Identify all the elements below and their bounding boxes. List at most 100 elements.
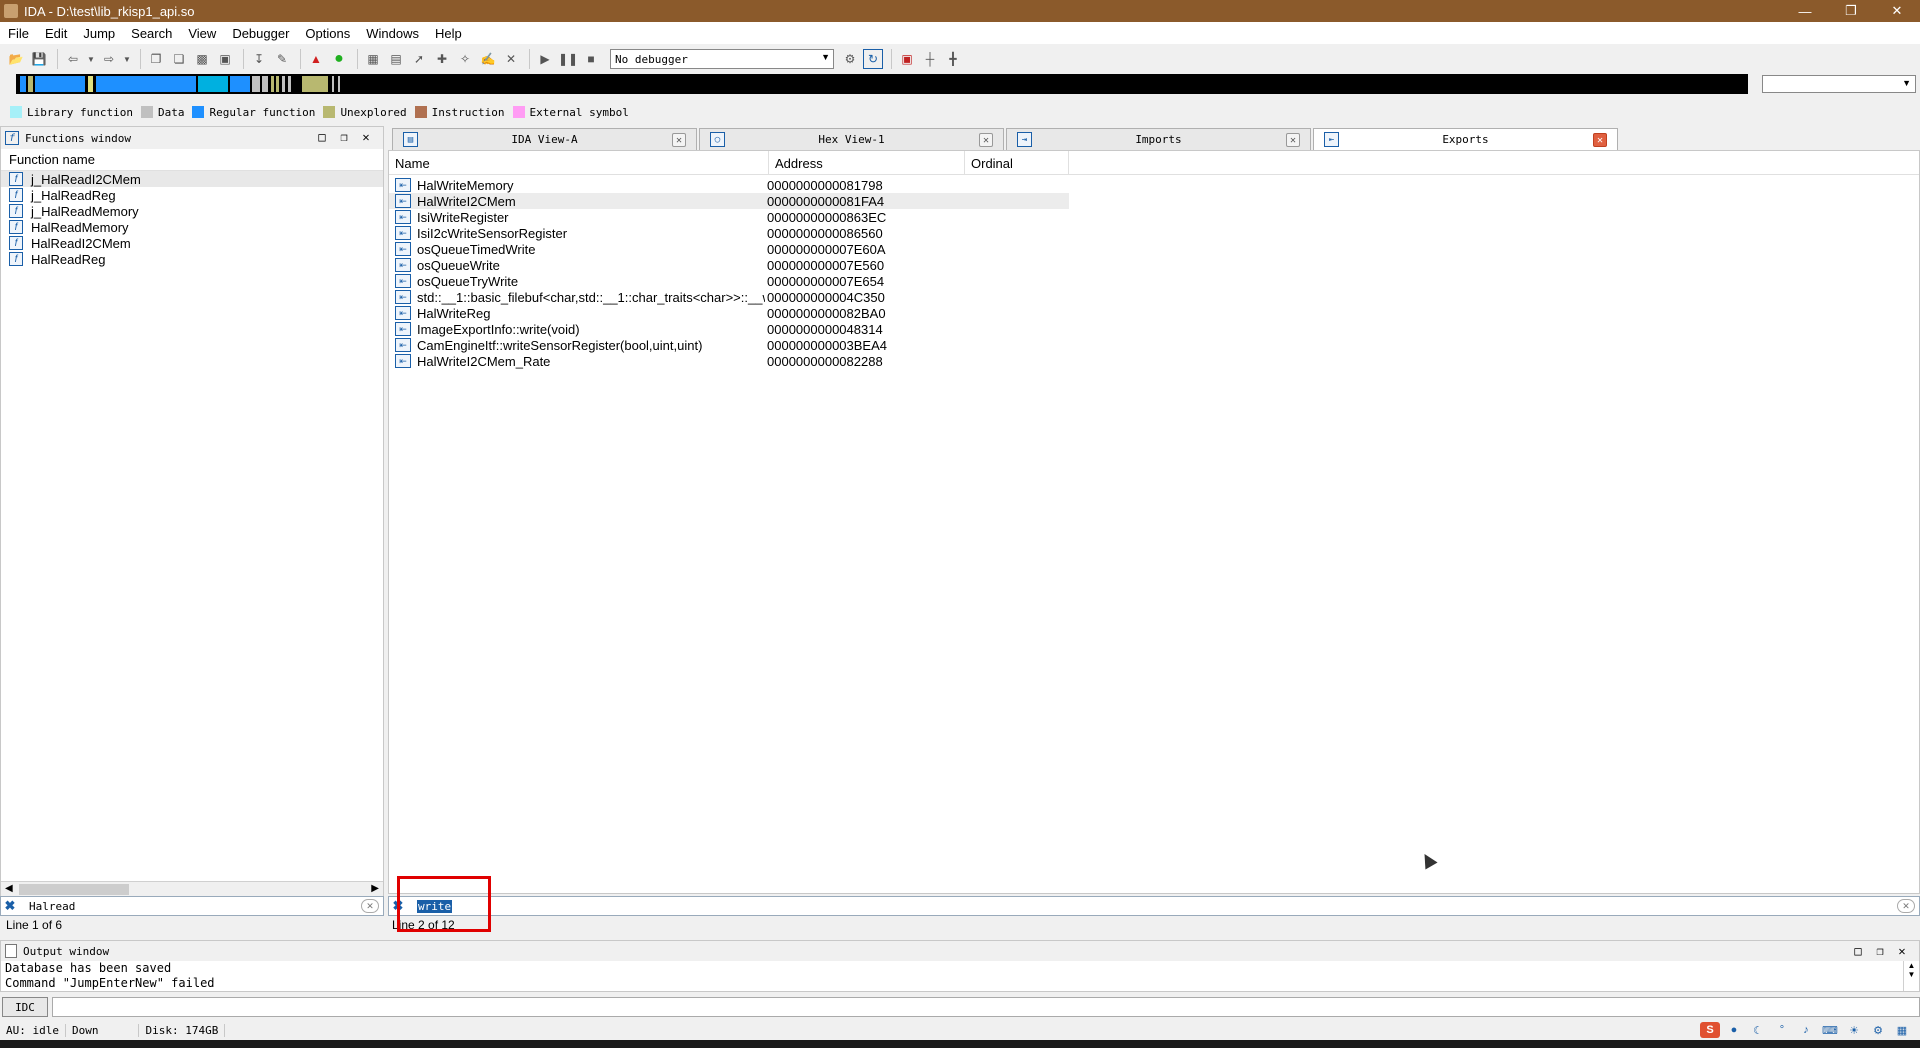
maximize-panel-icon[interactable]: □	[311, 130, 333, 144]
tools-icon[interactable]: ⚙	[1868, 1022, 1888, 1038]
stop-icon[interactable]: ■	[581, 49, 601, 69]
exports-filter-input[interactable]: write	[407, 899, 1897, 913]
tab-exports[interactable]: ⇤ Exports ✕	[1313, 128, 1618, 150]
trace-clear-icon[interactable]: ╋	[943, 49, 963, 69]
forward-icon[interactable]: ⇨	[99, 49, 119, 69]
pause-icon[interactable]: ❚❚	[558, 49, 578, 69]
functions-horizontal-scrollbar[interactable]: ◀ ▶	[1, 881, 383, 897]
menu-windows[interactable]: Windows	[358, 26, 427, 41]
export-row[interactable]: ⇤ osQueueWrite 000000000007E560	[389, 257, 1919, 273]
menu-debugger[interactable]: Debugger	[224, 26, 297, 41]
menu-file[interactable]: File	[0, 26, 37, 41]
float-panel-icon[interactable]: ❐	[1869, 944, 1891, 958]
xref-icon[interactable]: ➚	[409, 49, 429, 69]
moon-icon[interactable]: ☾	[1748, 1022, 1768, 1038]
export-row[interactable]: ⇤ IsiI2cWriteSensorRegister 00000000000865…	[389, 225, 1919, 241]
output-vertical-scrollbar[interactable]: ▲ ▼	[1903, 961, 1919, 991]
function-row[interactable]: f j_HalReadReg	[1, 187, 383, 203]
grid-icon[interactable]: ▦	[1892, 1022, 1912, 1038]
menu-jump[interactable]: Jump	[75, 26, 123, 41]
maximize-panel-icon[interactable]: □	[1847, 944, 1869, 958]
export-row[interactable]: ⇤ HalWriteI2CMem_Rate 0000000000082288	[389, 353, 1919, 369]
scroll-thumb[interactable]	[19, 884, 129, 895]
edit-icon[interactable]: ✍	[478, 49, 498, 69]
export-row[interactable]: ⇤ HalWriteReg 0000000000082BA0	[389, 305, 1919, 321]
patch-icon[interactable]: ✧	[455, 49, 475, 69]
chevron-down-icon[interactable]: ▼	[122, 49, 132, 69]
close-button[interactable]: ✕	[1874, 0, 1920, 22]
export-row[interactable]: ⇤ HalWriteMemory 0000000000081798	[389, 177, 1919, 193]
function-row[interactable]: f j_HalReadMemory	[1, 203, 383, 219]
save-icon[interactable]: 💾	[29, 49, 49, 69]
mark-icon[interactable]: ✎	[272, 49, 292, 69]
function-row[interactable]: f HalReadReg	[1, 251, 383, 267]
export-row[interactable]: ⇤ HalWriteI2CMem 0000000000081FA4	[389, 193, 1069, 209]
tab-imports[interactable]: ⇥ Imports ✕	[1006, 128, 1311, 150]
navigation-scale-select[interactable]: ▼	[1762, 75, 1916, 93]
menu-search[interactable]: Search	[123, 26, 180, 41]
tab-ida-view-a[interactable]: ▤ IDA View-A ✕	[392, 128, 697, 150]
search-binary-icon[interactable]: ▣	[215, 49, 235, 69]
column-header-ordinal[interactable]: Ordinal	[965, 151, 1069, 175]
down-arrow-icon[interactable]: ↧	[249, 49, 269, 69]
plugin-icon[interactable]: ✚	[432, 49, 452, 69]
menu-options[interactable]: Options	[297, 26, 358, 41]
column-header-function-name[interactable]: Function name	[1, 149, 383, 171]
microphone-icon[interactable]: ♪	[1796, 1022, 1816, 1038]
close-icon[interactable]: ✕	[979, 133, 993, 147]
debugger-select[interactable]: No debugger ▼	[610, 49, 834, 69]
clear-filter-icon[interactable]: ✕	[1897, 899, 1915, 913]
punct-icon[interactable]: °	[1772, 1022, 1792, 1038]
close-panel-icon[interactable]: ✕	[1891, 944, 1913, 958]
keyboard-icon[interactable]: ⌨	[1820, 1022, 1840, 1038]
close-filter-icon[interactable]: ✖	[1, 898, 19, 914]
menu-view[interactable]: View	[180, 26, 224, 41]
minimize-button[interactable]: —	[1782, 0, 1828, 22]
tab-hex-view-1[interactable]: ◯ Hex View-1 ✕	[699, 128, 1004, 150]
close-icon[interactable]: ✕	[672, 133, 686, 147]
back-icon[interactable]: ⇦	[63, 49, 83, 69]
navigation-band[interactable]	[16, 74, 1748, 94]
command-input[interactable]	[52, 997, 1920, 1017]
warning-icon[interactable]: ▲	[306, 49, 326, 69]
attach-icon[interactable]: ⚙	[840, 49, 860, 69]
function-row[interactable]: f j_HalReadI2CMem	[1, 171, 383, 187]
menu-edit[interactable]: Edit	[37, 26, 75, 41]
chevron-down-icon[interactable]: ▼	[86, 49, 96, 69]
export-row[interactable]: ⇤ std::__1::basic_filebuf<char,std::__1::…	[389, 289, 1919, 305]
scroll-right-icon[interactable]: ▶	[371, 883, 379, 894]
breakpoint-icon[interactable]: ▣	[897, 49, 917, 69]
close-icon[interactable]: ✕	[1286, 133, 1300, 147]
skin-icon[interactable]: ☀	[1844, 1022, 1864, 1038]
menu-help[interactable]: Help	[427, 26, 470, 41]
close-panel-icon[interactable]: ✕	[355, 130, 377, 144]
ime-logo-icon[interactable]: S	[1700, 1022, 1720, 1038]
paste-icon[interactable]: ❏	[169, 49, 189, 69]
close-icon[interactable]: ✕	[1593, 133, 1607, 147]
column-header-name[interactable]: Name	[389, 151, 769, 175]
play-icon[interactable]: ▶	[535, 49, 555, 69]
copy-icon[interactable]: ❐	[146, 49, 166, 69]
graph-icon[interactable]: ▦	[363, 49, 383, 69]
clear-filter-icon[interactable]: ✕	[361, 899, 379, 913]
maximize-button[interactable]: ❐	[1828, 0, 1874, 22]
trace-icon[interactable]: ┼	[920, 49, 940, 69]
function-row[interactable]: f HalReadMemory	[1, 219, 383, 235]
functions-filter-input[interactable]: Halread	[19, 900, 361, 913]
column-header-address[interactable]: Address	[769, 151, 965, 175]
binary-icon[interactable]: ▩	[192, 49, 212, 69]
delete-icon[interactable]: ✕	[501, 49, 521, 69]
idc-button[interactable]: IDC	[2, 997, 48, 1017]
scroll-left-icon[interactable]: ◀	[5, 883, 13, 894]
open-icon[interactable]: 📂	[6, 49, 26, 69]
export-row[interactable]: ⇤ IsiWriteRegister 00000000000863EC	[389, 209, 1919, 225]
export-row[interactable]: ⇤ osQueueTimedWrite 000000000007E60A	[389, 241, 1919, 257]
ime-lang-icon[interactable]: ●	[1724, 1022, 1744, 1038]
run-green-icon[interactable]: ●	[329, 49, 349, 69]
export-row[interactable]: ⇤ CamEngineItf::writeSensorRegister(bool,…	[389, 337, 1919, 353]
export-row[interactable]: ⇤ osQueueTryWrite 000000000007E654	[389, 273, 1919, 289]
refresh-icon[interactable]: ↻	[863, 49, 883, 69]
export-row[interactable]: ⇤ ImageExportInfo::write(void) 00000000000…	[389, 321, 1919, 337]
float-panel-icon[interactable]: ❐	[333, 130, 355, 144]
struct-icon[interactable]: ▤	[386, 49, 406, 69]
